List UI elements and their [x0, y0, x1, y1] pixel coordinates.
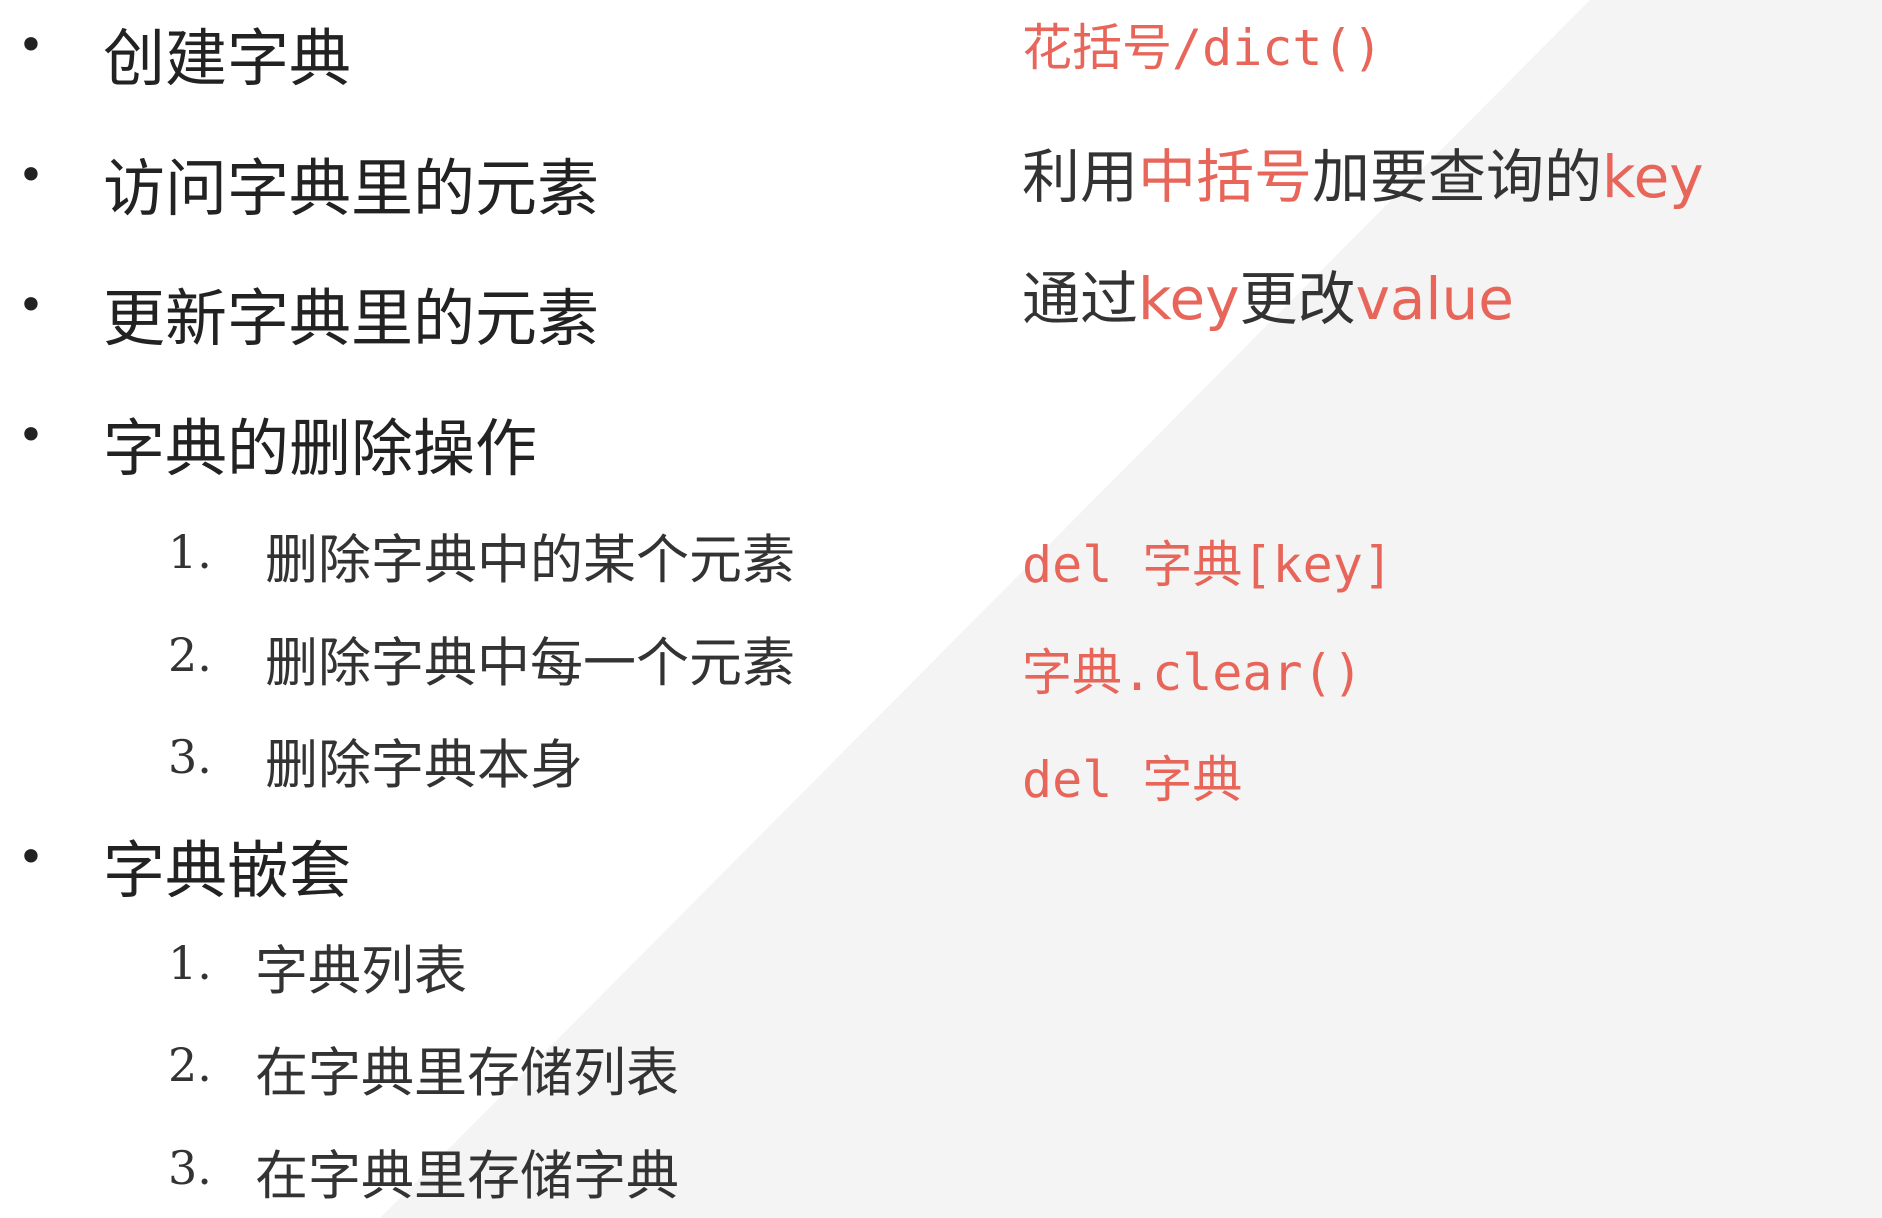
bullet-dot: • — [17, 830, 45, 884]
answer-access-prefix: 利用 — [1022, 143, 1139, 211]
answer-access-middle: 加要查询的 — [1312, 143, 1603, 211]
answer-update-highlight-key: key — [1138, 265, 1240, 333]
nested-subitem-label: 在字典里存储字典 — [255, 1146, 679, 1207]
topic-update-elements: 更新字典里的元素 — [103, 282, 600, 355]
topic-nested-dict: 字典嵌套 — [103, 834, 352, 907]
delete-subitem-number: 1. — [168, 525, 212, 579]
nested-subitem-number: 1. — [168, 936, 212, 990]
answer-update-highlight-value: value — [1355, 265, 1514, 333]
delete-subitem-label: 删除字典中的某个元素 — [265, 530, 795, 591]
answer-delete-one: del 字典[key] — [1022, 536, 1393, 594]
answer-update-middle: 更改 — [1239, 265, 1356, 333]
bullet-dot: • — [17, 278, 45, 332]
answer-delete-all: 字典.clear() — [1022, 644, 1363, 702]
bullet-dot: • — [17, 408, 45, 462]
topic-delete-operations: 字典的删除操作 — [103, 412, 538, 485]
nested-subitem-number: 2. — [168, 1038, 212, 1092]
nested-subitem-number: 3. — [168, 1141, 212, 1195]
answer-access: 利用中括号加要查询的key — [1022, 130, 1704, 214]
answer-access-highlight-key: key — [1602, 143, 1704, 211]
bullet-dot: • — [17, 148, 45, 202]
bullet-dot: • — [17, 18, 45, 72]
nested-subitem-label: 字典列表 — [255, 941, 467, 1002]
delete-subitem-label: 删除字典本身 — [265, 735, 583, 796]
topic-access-elements: 访问字典里的元素 — [103, 152, 600, 225]
nested-subitem-label: 在字典里存储列表 — [255, 1043, 679, 1104]
topic-create-dict: 创建字典 — [103, 22, 352, 95]
answer-create: 花括号/dict() — [1022, 19, 1383, 77]
answer-access-highlight-brackets: 中括号 — [1138, 143, 1313, 211]
answer-delete-self: del 字典 — [1022, 751, 1243, 809]
delete-subitem-label: 删除字典中每一个元素 — [265, 633, 795, 694]
delete-subitem-number: 3. — [168, 730, 212, 784]
slide: • 创建字典 • 访问字典里的元素 • 更新字典里的元素 • 字典的删除操作 1… — [0, 0, 1882, 1218]
answer-update-prefix: 通过 — [1022, 265, 1139, 333]
delete-subitem-number: 2. — [168, 628, 212, 682]
answer-update: 通过key更改value — [1022, 252, 1514, 336]
